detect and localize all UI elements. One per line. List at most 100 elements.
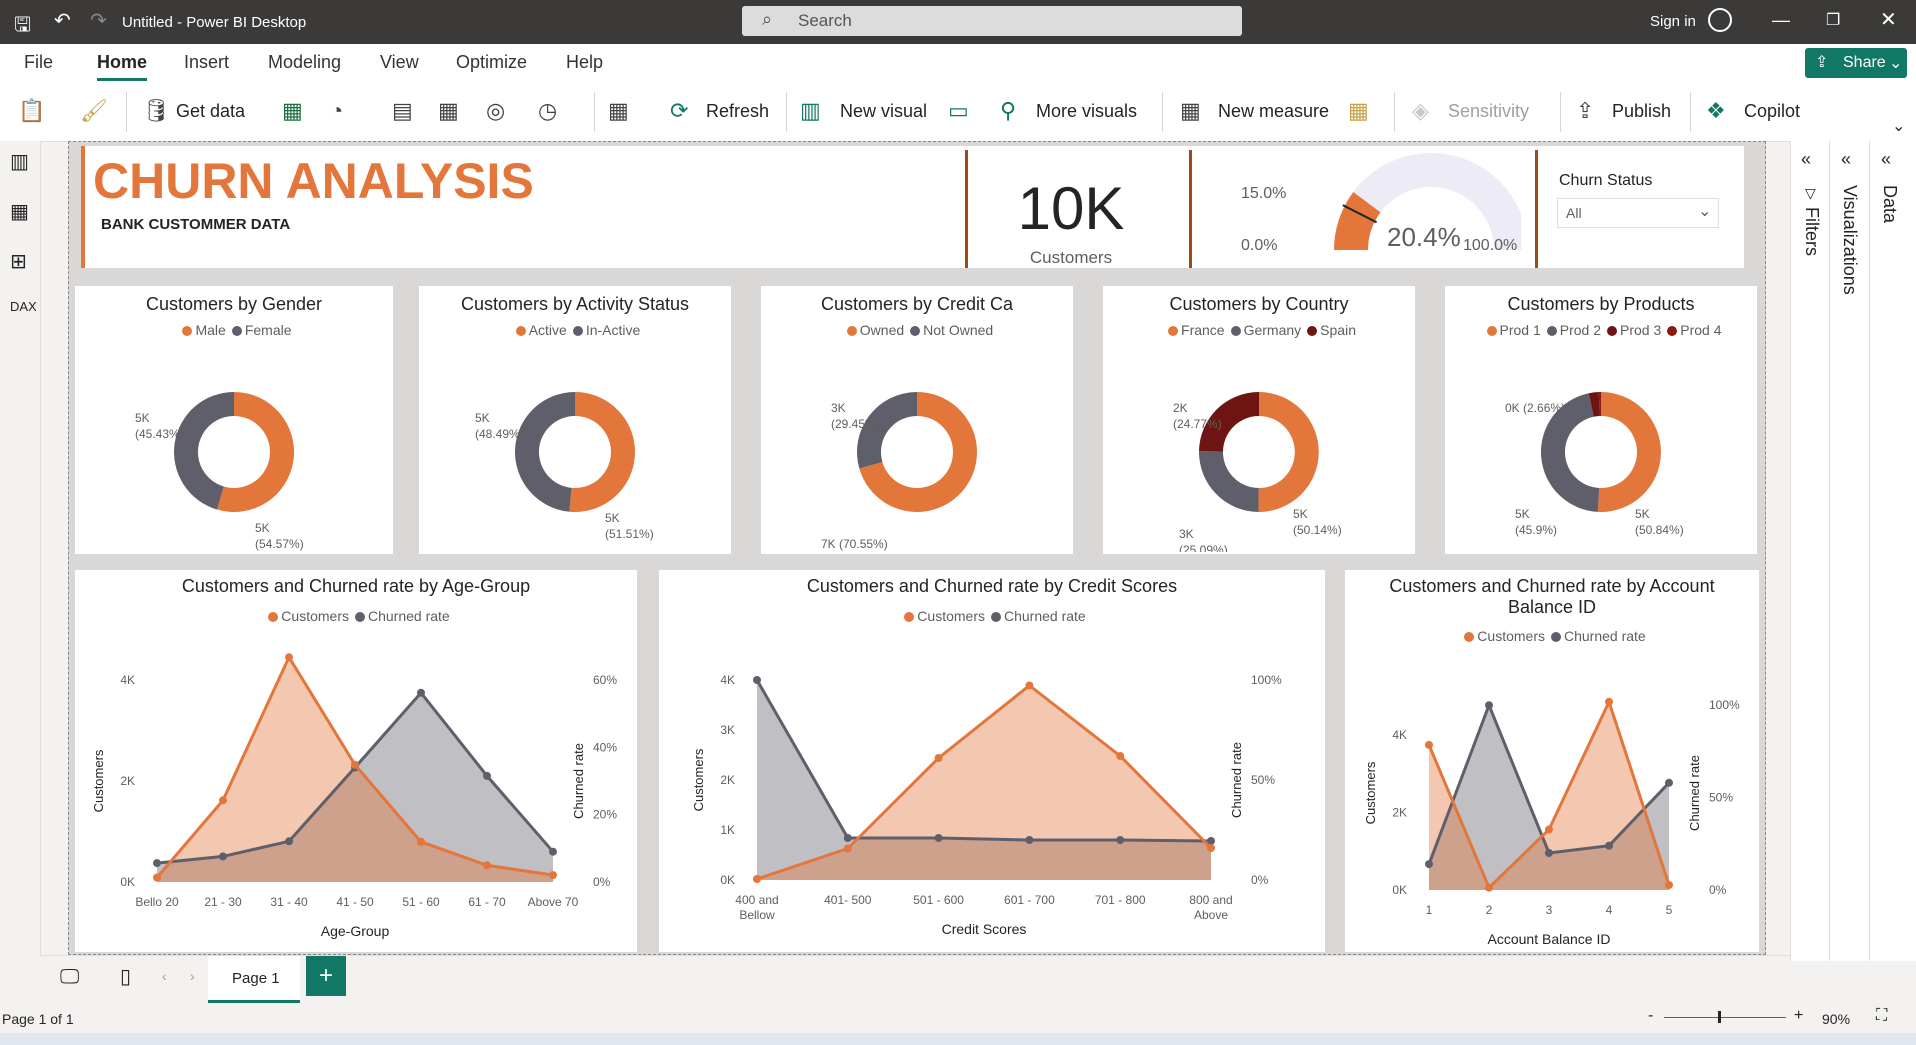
more-visuals-button[interactable]: More visuals (1036, 101, 1137, 122)
donut-card-gender[interactable]: Customers by Gender Male Female 5K (54.57%) 5… (75, 286, 393, 554)
sql-server-icon[interactable]: ▤ (392, 98, 413, 124)
menu-home[interactable]: Home (97, 52, 147, 73)
area-chart[interactable]: 0K2K4K0%50%100%1 2 3 4 5Account Balance IDCu… (1345, 570, 1759, 952)
data-point[interactable] (417, 688, 425, 697)
data-point[interactable] (1545, 849, 1553, 857)
donut-slice[interactable] (515, 392, 575, 512)
data-point[interactable] (1605, 697, 1613, 706)
minimize-icon[interactable]: — (1772, 10, 1790, 31)
redo-icon[interactable]: ↷ (90, 8, 107, 33)
data-point[interactable] (1207, 844, 1215, 852)
data-point[interactable] (483, 771, 491, 780)
menu-file[interactable]: File (24, 52, 53, 73)
data-point[interactable] (934, 754, 943, 762)
data-point[interactable] (753, 875, 761, 883)
collapse-ribbon-icon[interactable]: ⌄ (1892, 116, 1905, 136)
data-point[interactable] (417, 837, 425, 846)
enter-data-icon[interactable]: ▦ (438, 98, 459, 124)
data-point[interactable] (285, 653, 293, 662)
quick-measure-icon[interactable]: ▦ (1348, 98, 1369, 124)
menu-view[interactable]: View (380, 52, 419, 73)
next-page-icon[interactable]: › (190, 968, 195, 984)
legend-entry[interactable]: Not Owned (923, 322, 993, 338)
data-point[interactable] (549, 847, 557, 856)
data-point[interactable] (1665, 778, 1673, 787)
search-box[interactable]: ⌕ Search (742, 6, 1242, 36)
mobile-layout-icon[interactable]: ▯ (120, 964, 131, 989)
fit-to-page-icon[interactable]: ⛶ (1876, 1007, 1887, 1025)
donut-chart[interactable]: 5K (50.84%) 5K (45.9%) 0K (2.66%) (1445, 342, 1757, 552)
zoom-slider-thumb[interactable] (1718, 1011, 1721, 1023)
donut-card-credit-card[interactable]: Customers by Credit Ca Owned Not Owned 7K (… (761, 286, 1073, 554)
menu-optimize[interactable]: Optimize (456, 52, 527, 73)
data-point[interactable] (1116, 836, 1125, 844)
legend-entry[interactable]: Prod 1 (1500, 322, 1541, 338)
data-point[interactable] (351, 760, 359, 769)
restore-icon[interactable]: ❐ (1826, 10, 1840, 30)
save-icon[interactable]: 🖫 (14, 10, 31, 44)
legend-entry[interactable]: Spain (1320, 322, 1356, 338)
share-button[interactable]: ⇪ Share ⌄ (1805, 48, 1907, 78)
data-point[interactable] (843, 844, 852, 853)
data-point[interactable] (219, 796, 227, 805)
data-hub-icon[interactable]: ◔ (330, 98, 343, 124)
donut-chart[interactable]: 5K (50.14%) 3K (25.09%) 2K (24.77%) (1103, 342, 1415, 552)
paste-icon[interactable]: 📋 (18, 98, 45, 124)
legend-entry[interactable]: Prod 2 (1560, 322, 1601, 338)
excel-icon[interactable]: ▦ (282, 98, 303, 124)
legend-entry[interactable]: Owned (860, 322, 904, 338)
donut-chart[interactable]: 5K (51.51%) 5K (48.49%) (419, 342, 731, 552)
data-point[interactable] (1545, 825, 1553, 834)
legend-entry[interactable]: Germany (1244, 322, 1302, 338)
donut-slice[interactable] (1258, 392, 1319, 513)
legend-entry[interactable]: France (1181, 322, 1225, 338)
zoom-out-icon[interactable]: - (1648, 1007, 1653, 1025)
new-visual-button[interactable]: New visual (840, 101, 927, 122)
refresh-button[interactable]: Refresh (706, 101, 769, 122)
sensitivity-button[interactable]: Sensitivity (1448, 101, 1529, 122)
desktop-layout-icon[interactable]: 🖵 (60, 966, 79, 989)
area-chart[interactable]: 0K 1K 2K 3K 4K 0% 50% 100% 400 andBellow 401- 500… (659, 570, 1325, 952)
collapse-filters-icon[interactable]: « (1801, 149, 1811, 170)
data-pane-tab[interactable]: Data (1879, 185, 1900, 223)
data-point[interactable] (1425, 740, 1433, 749)
collapse-visualizations-icon[interactable]: « (1841, 149, 1851, 170)
prev-page-icon[interactable]: ‹ (162, 968, 167, 984)
sign-in-link[interactable]: Sign in (1650, 13, 1696, 30)
donut-slice[interactable] (1597, 392, 1661, 512)
donut-slice[interactable] (569, 392, 636, 512)
data-point[interactable] (219, 852, 227, 861)
legend-entry[interactable]: Female (245, 322, 292, 338)
close-icon[interactable]: ✕ (1880, 7, 1897, 32)
menu-help[interactable]: Help (566, 52, 603, 73)
data-point[interactable] (1665, 881, 1673, 889)
data-point[interactable] (843, 834, 852, 842)
recent-sources-icon[interactable]: ◷ (538, 98, 557, 124)
add-page-button[interactable]: + (306, 956, 346, 996)
data-point[interactable] (753, 676, 761, 684)
donut-chart[interactable]: 5K (54.57%) 5K (45.43%) (75, 342, 393, 552)
menu-insert[interactable]: Insert (184, 52, 229, 73)
data-point[interactable] (153, 873, 161, 882)
churn-status-slicer[interactable]: All ⌄ (1557, 198, 1719, 228)
data-point[interactable] (483, 861, 491, 870)
collapse-data-icon[interactable]: « (1881, 149, 1891, 170)
publish-button[interactable]: Publish (1612, 101, 1671, 122)
account-icon[interactable] (1708, 8, 1732, 32)
data-point[interactable] (1605, 841, 1613, 850)
data-point[interactable] (934, 834, 943, 842)
legend-entry[interactable]: In-Active (586, 322, 640, 338)
legend-entry[interactable]: Active (529, 322, 567, 338)
area-chart[interactable]: 0K 2K 4K 0% 20% 40% 60% Bello 20 21 - 30 31 - 40 4… (75, 570, 637, 952)
donut-slice[interactable] (1199, 451, 1259, 512)
undo-icon[interactable]: ↶ (54, 8, 71, 33)
data-point[interactable] (1025, 836, 1034, 844)
churn-gauge[interactable]: 15.0% 0.0% 20.4% 100.0% (1201, 150, 1521, 268)
report-view-icon[interactable]: ▥ (10, 149, 29, 174)
data-point[interactable] (285, 837, 293, 846)
get-data-button[interactable]: Get data (176, 101, 245, 122)
format-painter-icon[interactable]: 🖌 (80, 98, 108, 124)
area-card-age-group[interactable]: Customers and Churned rate by Age-Group C… (75, 570, 637, 952)
transform-data-icon[interactable]: ▦ (608, 98, 629, 124)
data-point[interactable] (1485, 701, 1493, 710)
